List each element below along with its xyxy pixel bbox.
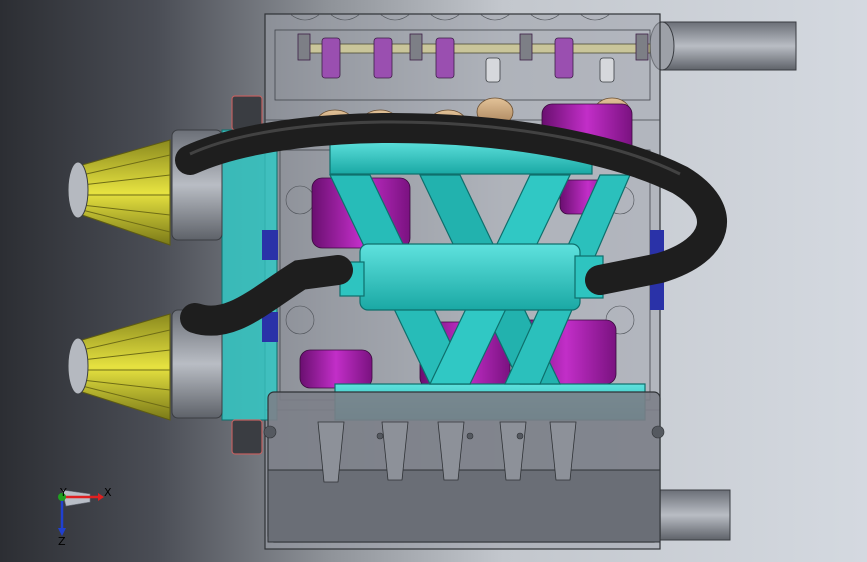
oil-pan[interactable] xyxy=(263,391,665,543)
triad-x-label: X xyxy=(104,486,112,499)
engine-model[interactable]: X Y Z xyxy=(0,0,867,562)
graphics-viewport[interactable]: X Y Z xyxy=(0,0,867,562)
camshaft[interactable] xyxy=(299,43,651,54)
triad-z-label: Z xyxy=(58,535,66,548)
triad-y-label: Y xyxy=(59,486,67,499)
exhaust-pipe-top[interactable] xyxy=(649,21,797,71)
axis-triad: X Y Z xyxy=(58,486,112,548)
